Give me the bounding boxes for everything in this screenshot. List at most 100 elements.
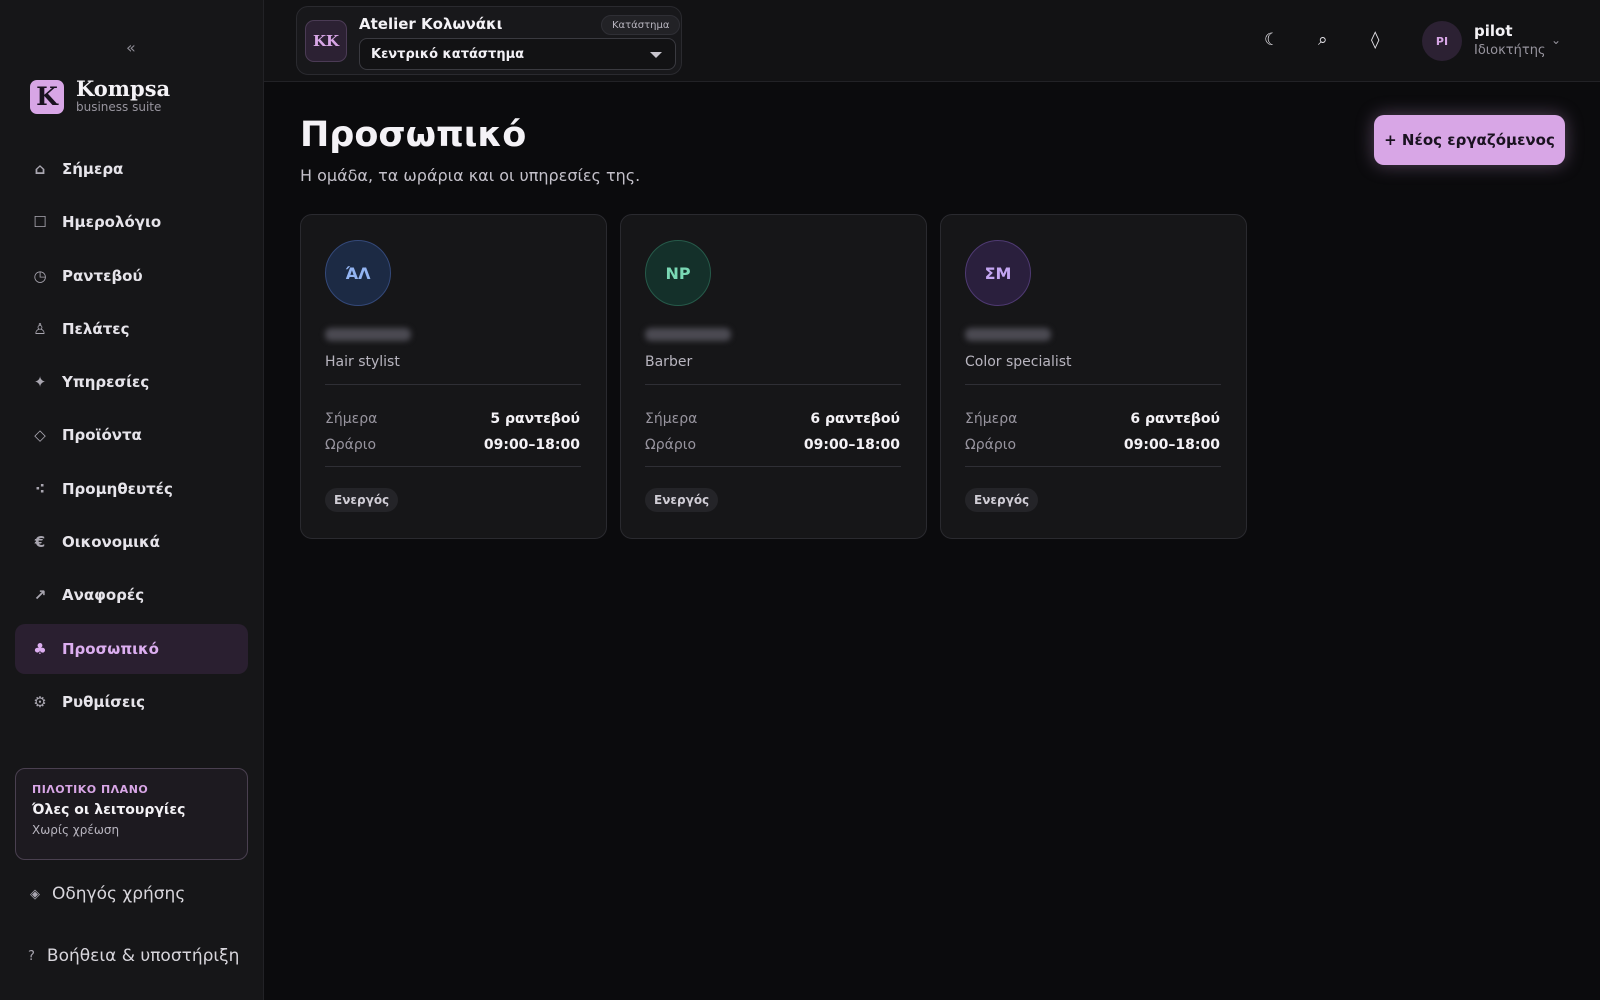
diamond-icon: ◇ (34, 426, 46, 445)
staff-card[interactable]: ΣΜ Color specialist Σήμερα 6 ραντεβού Ωρ… (940, 214, 1247, 539)
club-icon: ♣ (33, 639, 47, 658)
divider (965, 466, 1221, 467)
sidebar-item-label: Σήμερα (62, 160, 124, 178)
clock-icon: ◷ (33, 266, 47, 285)
sidebar-item-label: Προσωπικό (62, 639, 159, 658)
store-avatar: KK (305, 20, 347, 62)
sidebar-item-label: Προμηθευτές (62, 479, 173, 498)
topbar: KK Atelier Κολωνάκι Κατάστημα Κεντρικό κ… (264, 0, 1600, 82)
staff-name-redacted (325, 328, 411, 341)
hours-value: 09:00–18:00 (1123, 437, 1220, 453)
staff-avatar: ΣΜ (965, 240, 1031, 306)
hours-label: Ωράριο (965, 437, 1017, 453)
plan-subtitle: Χωρίς χρέωση (32, 823, 120, 837)
moon-icon[interactable]: ☾ (1264, 30, 1279, 50)
hours-value: 09:00–18:00 (483, 437, 580, 453)
status-badge: Ενεργός (965, 488, 1039, 512)
staff-name-redacted (645, 328, 731, 341)
staff-name-redacted (965, 328, 1051, 341)
sidebar-item-staff[interactable]: ♣ Προσωπικό (15, 623, 248, 674)
help-icon: ? (28, 948, 35, 964)
sidebar-item-label: Ρυθμίσεις (62, 692, 146, 711)
staff-card[interactable]: ΆΛ Hair stylist Σήμερα 5 ραντεβού Ωράριο… (300, 214, 607, 539)
hours-label: Ωράριο (645, 437, 697, 453)
gear-icon: ⚙ (33, 692, 47, 711)
sidebar-item-suppliers[interactable]: ⁖ Προμηθευτές (15, 464, 248, 514)
new-employee-button[interactable]: + Νέος εργαζόμενος (1374, 115, 1565, 165)
plan-card[interactable]: ΠΙΛΟΤΙΚΟ ΠΛΑΝΟ Όλες οι λειτουργίες Χωρίς… (15, 768, 248, 860)
hours-label: Ωράριο (325, 437, 377, 453)
today-label: Σήμερα (645, 411, 698, 427)
sidebar-item-label: Ραντεβού (62, 266, 143, 285)
divider (325, 384, 581, 385)
sidebar-nav: ⌂ Σήμερα ☐ Ημερολόγιο ◷ Ραντεβού ♙ Πελάτ… (15, 144, 248, 730)
plan-tag: ΠΙΛΟΤΙΚΟ ΠΛΑΝΟ (32, 783, 149, 796)
sidebar-item-calendar[interactable]: ☐ Ημερολόγιο (15, 197, 248, 247)
page-subtitle: Η ομάδα, τα ωράρια και οι υπηρεσίες της. (300, 166, 641, 185)
sidebar-item-today[interactable]: ⌂ Σήμερα (15, 144, 248, 194)
store-switcher: KK Atelier Κολωνάκι Κατάστημα Κεντρικό κ… (296, 6, 682, 75)
help-support-label: Βοήθεια & υποστήριξη (46, 946, 240, 966)
staff-role: Hair stylist (325, 354, 400, 370)
brand[interactable]: K Kompsa business suite (30, 78, 170, 115)
sidebar-item-products[interactable]: ◇ Προϊόντα (15, 410, 248, 460)
store-name: Atelier Κολωνάκι (359, 15, 503, 33)
today-label: Σήμερα (325, 411, 378, 427)
user-guide-label: Οδηγός χρήσης (52, 884, 186, 904)
staff-avatar: ΝΡ (645, 240, 711, 306)
avatar[interactable]: PI (1422, 21, 1462, 61)
help-support-link[interactable]: ? Βοήθεια & υποστήριξη (28, 946, 239, 966)
person-icon: ♙ (33, 319, 47, 338)
staff-card[interactable]: ΝΡ Barber Σήμερα 6 ραντεβού Ωράριο 09:00… (620, 214, 927, 539)
staff-avatar: ΆΛ (325, 240, 391, 306)
brand-name: Kompsa (76, 76, 171, 101)
sidebar-item-finance[interactable]: € Οικονομικά (15, 517, 248, 567)
sidebar: « K Kompsa business suite ⌂ Σήμερα ☐ Ημε… (0, 0, 264, 1000)
sidebar-item-label: Υπηρεσίες (62, 373, 150, 392)
divider (645, 466, 901, 467)
guide-icon: ◈ (30, 886, 40, 902)
sidebar-item-label: Προϊόντα (62, 426, 142, 445)
collapse-sidebar-icon[interactable]: « (126, 38, 136, 57)
store-select[interactable]: Κεντρικό κατάστημα (359, 38, 676, 70)
sidebar-item-label: Αναφορές (62, 586, 145, 605)
sidebar-item-label: Οικονομικά (62, 533, 160, 552)
dots-icon: ⁖ (34, 479, 46, 498)
divider (325, 466, 581, 467)
divider (965, 384, 1221, 385)
main-content: KK Atelier Κολωνάκι Κατάστημα Κεντρικό κ… (264, 0, 1600, 1000)
staff-role: Barber (645, 354, 693, 370)
store-badge: Κατάστημα (601, 15, 681, 35)
sidebar-item-settings[interactable]: ⚙ Ρυθμίσεις (15, 677, 248, 727)
chevron-down-icon (650, 52, 662, 58)
today-value: 5 ραντεβού (490, 411, 580, 427)
calendar-icon: ☐ (33, 213, 47, 232)
today-label: Σήμερα (965, 411, 1018, 427)
divider (645, 384, 901, 385)
sidebar-item-services[interactable]: ✦ Υπηρεσίες (15, 357, 248, 407)
hours-value: 09:00–18:00 (803, 437, 900, 453)
sidebar-item-appointments[interactable]: ◷ Ραντεβού (15, 251, 248, 301)
euro-icon: € (34, 533, 46, 552)
search-icon[interactable]: ⌕ (1318, 30, 1328, 50)
sidebar-item-label: Πελάτες (62, 319, 130, 338)
diamond-icon[interactable]: ◊ (1371, 30, 1379, 50)
today-value: 6 ραντεβού (810, 411, 900, 427)
status-badge: Ενεργός (325, 488, 399, 512)
user-role: Ιδιοκτήτης (1474, 43, 1546, 58)
kompsa-logo-icon: K (30, 79, 64, 114)
staff-role: Color specialist (965, 354, 1072, 370)
status-badge: Ενεργός (645, 488, 719, 512)
user-menu-chevron-icon[interactable]: ⌄ (1551, 33, 1561, 47)
sidebar-item-clients[interactable]: ♙ Πελάτες (15, 304, 248, 354)
arrow-up-right-icon: ↗ (33, 586, 47, 605)
user-name[interactable]: pilot (1474, 22, 1513, 40)
sidebar-item-reports[interactable]: ↗ Αναφορές (15, 570, 248, 620)
plan-title: Όλες οι λειτουργίες (32, 802, 186, 818)
store-select-value: Κεντρικό κατάστημα (371, 46, 525, 62)
today-value: 6 ραντεβού (1130, 411, 1220, 427)
sidebar-item-label: Ημερολόγιο (62, 213, 162, 232)
user-guide-link[interactable]: ◈ Οδηγός χρήσης (30, 884, 185, 904)
page-title: Προσωπικό (300, 115, 527, 155)
brand-subtitle: business suite (76, 100, 162, 114)
